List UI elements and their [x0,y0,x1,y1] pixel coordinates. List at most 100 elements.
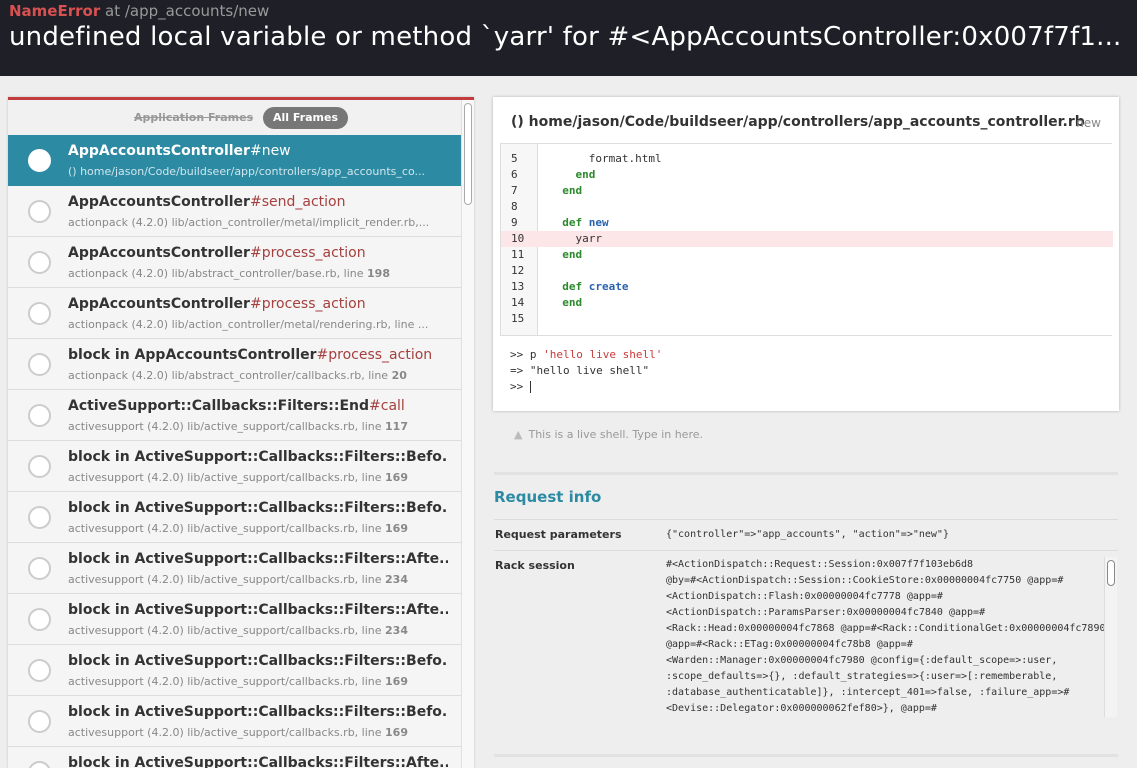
keyword-def: def [562,216,583,229]
code-line-number: 9 [511,216,518,229]
code-line-text: yarr [549,232,602,245]
frame-line-number: 234 [385,624,408,637]
code-line: 13 def create [501,279,1113,295]
code-line-number: 8 [511,200,518,213]
rack-session-label: Rack session [495,559,575,572]
code-line-number: 7 [511,184,518,197]
rack-session-line: :database_authenticatable]}, :intercept_… [666,687,1070,698]
tab-all-frames[interactable]: All Frames [263,107,349,129]
frame-location: () home/jason/Code/buildseer/app/control… [68,165,448,178]
frame-context: block in ActiveSupport::Callbacks::Filte… [68,449,448,465]
frames-panel: Application Frames All Frames AppAccount… [8,97,474,768]
frame-radio-icon [28,659,51,682]
frame-location: activesupport (4.2.0) lib/active_support… [68,471,448,484]
frame-item[interactable]: block in ActiveSupport::Callbacks::Filte… [8,594,461,645]
frame-title: block in ActiveSupport::Callbacks::Filte… [68,704,448,720]
frame-context: block in ActiveSupport::Callbacks::Filte… [68,704,448,720]
frame-title: AppAccountsController#process_action [68,296,448,312]
rack-session-scrollbar[interactable] [1104,557,1117,717]
frame-method: #send_action [249,194,346,210]
shell-hint: ▲ This is a live shell. Type in here. [514,428,703,441]
frame-file: actionpack (4.2.0) lib/action_controller… [68,318,429,331]
code-line-text: end [549,168,596,181]
console-input-line[interactable]: >> [510,380,531,393]
code-line-number: 14 [511,296,525,309]
code-line-text: end [549,296,583,309]
code-line-number: 5 [511,152,518,165]
code-line-text: def new [549,215,608,231]
tab-application-frames[interactable]: Application Frames [134,111,253,124]
live-shell-console[interactable]: >> p 'hello live shell' => "hello live s… [500,342,1112,404]
frame-line-number: 169 [385,471,408,484]
code-line: 6 end [501,167,1113,183]
frame-line-number: 169 [385,675,408,688]
error-message: undefined local variable or method `yarr… [9,22,1122,52]
frame-location: actionpack (4.2.0) lib/abstract_controll… [68,267,448,280]
frame-file: activesupport (4.2.0) lib/active_support… [68,522,386,535]
frame-line-number: 117 [385,420,408,433]
frame-file: actionpack (4.2.0) lib/action_controller… [68,216,430,229]
error-class: NameError [9,2,101,20]
frame-line-number: 234 [385,573,408,586]
frame-title: block in AppAccountsController#process_a… [68,347,448,363]
error-location-line: NameError at /app_accounts/new [9,2,269,20]
frame-file: activesupport (4.2.0) lib/active_support… [68,420,386,433]
code-line-number: 15 [511,312,525,325]
frame-context: AppAccountsController [68,143,250,159]
frame-item[interactable]: AppAccountsController#process_actionacti… [8,237,461,288]
source-file-path: () home/jason/Code/buildseer/app/control… [511,114,1085,130]
request-parameters-label: Request parameters [495,528,622,541]
code-line-number: 11 [511,248,525,261]
rack-session-line: <Devise::Delegator:0x000000062fef80>}, @… [666,703,937,714]
shell-hint-text: This is a live shell. Type in here. [528,428,703,441]
frames-scrollbar-thumb[interactable] [464,103,472,205]
rack-session-scrollbar-thumb[interactable] [1107,560,1115,586]
frame-item[interactable]: block in ActiveSupport::Callbacks::Filte… [8,747,461,768]
frame-method: #process_action [249,245,366,261]
frame-item[interactable]: block in AppAccountsController#process_a… [8,339,461,390]
code-line-number: 12 [511,264,525,277]
frame-method: #call [369,398,405,414]
error-header: NameError at /app_accounts/new undefined… [0,0,1137,76]
frame-context: AppAccountsController [68,245,250,261]
frame-radio-icon [28,557,51,580]
frames-scrollbar[interactable] [461,100,474,768]
rack-session-line: @app=#<Rack::ETag:0x00000004fc78b8 @app=… [666,639,913,650]
frame-file: activesupport (4.2.0) lib/active_support… [68,573,386,586]
frame-context: block in ActiveSupport::Callbacks::Filte… [68,755,448,768]
frame-title: AppAccountsController#process_action [68,245,448,261]
frame-item[interactable]: block in ActiveSupport::Callbacks::Filte… [8,696,461,747]
frame-item[interactable]: ActiveSupport::Callbacks::Filters::End#c… [8,390,461,441]
frame-title: block in ActiveSupport::Callbacks::Filte… [68,653,448,669]
frame-item[interactable]: block in ActiveSupport::Callbacks::Filte… [8,441,461,492]
frame-item[interactable]: AppAccountsController#new () home/jason/C… [8,135,461,186]
code-line-text: def create [549,279,628,295]
frame-file: activesupport (4.2.0) lib/active_support… [68,675,386,688]
frame-radio-icon [28,761,51,768]
code-line: 7 end [501,183,1113,199]
frame-radio-icon [28,149,51,172]
code-line: 10 yarr [501,231,1113,247]
source-panel: () home/jason/Code/buildseer/app/control… [493,97,1119,411]
rack-session-line: <Rack::Head:0x00000004fc7868 @app=#<Rack… [666,623,1104,634]
console-result-line: => "hello live shell" [510,364,650,377]
frame-location: actionpack (4.2.0) lib/abstract_controll… [68,369,448,382]
frame-file: actionpack (4.2.0) lib/abstract_controll… [68,267,368,280]
frame-item[interactable]: AppAccountsController#send_action actionp… [8,186,461,237]
frame-item[interactable]: block in ActiveSupport::Callbacks::Filte… [8,645,461,696]
frame-context: block in ActiveSupport::Callbacks::Filte… [68,653,448,669]
frame-item[interactable]: block in ActiveSupport::Callbacks::Filte… [8,492,461,543]
code-line-text: end [549,248,583,261]
frame-radio-icon [28,251,51,274]
frames-tabs: Application Frames All Frames [8,100,461,135]
frame-line-number: 169 [385,522,408,535]
frame-location: activesupport (4.2.0) lib/active_support… [68,675,448,688]
frame-radio-icon [28,506,51,529]
source-method-tag: new [1076,116,1101,130]
frame-item[interactable]: AppAccountsController#process_actionacti… [8,288,461,339]
frame-item[interactable]: block in ActiveSupport::Callbacks::Filte… [8,543,461,594]
frame-method: #process_action [316,347,433,363]
rack-session-line: <ActionDispatch::ParamsParser:0x00000004… [666,607,986,618]
code-line: 12 [501,263,1113,279]
frame-line-number: 198 [367,267,390,280]
